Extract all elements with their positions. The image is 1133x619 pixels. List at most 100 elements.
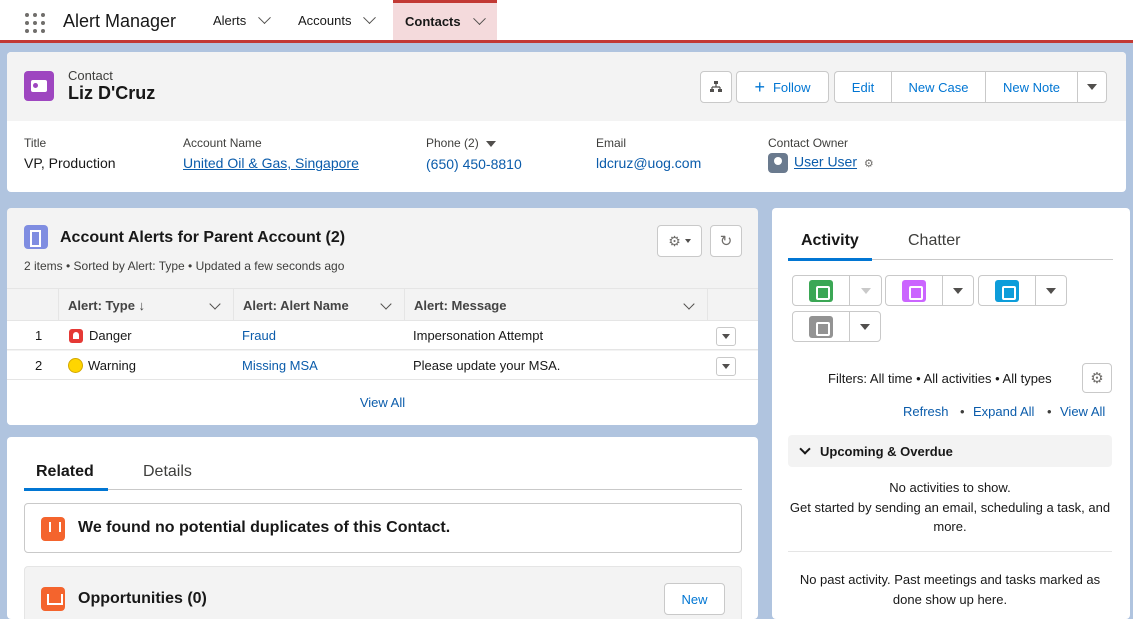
- field-label: Phone (2): [426, 136, 522, 150]
- opportunities-title[interactable]: Opportunities (0): [78, 590, 207, 608]
- chevron-down-icon[interactable]: [472, 12, 486, 26]
- list-settings-button[interactable]: ⚙: [657, 225, 702, 257]
- column-header-alert-name[interactable]: Alert: Alert Name: [234, 289, 405, 321]
- tab-divider: [24, 489, 742, 490]
- past-activity-message: No past activity. Past meetings and task…: [799, 572, 1101, 607]
- alert-name-link[interactable]: Fraud: [242, 321, 276, 350]
- separator: •: [960, 404, 965, 419]
- alert-message: Please update your MSA.: [413, 358, 561, 373]
- record-header: Contact Liz D'Cruz + Follow Edit New Cas…: [7, 52, 1126, 192]
- alert-type-cell: Warning: [68, 351, 136, 380]
- nav-tab-alerts[interactable]: Alerts: [201, 0, 281, 40]
- chevron-down-icon[interactable]: [209, 298, 221, 310]
- chevron-down-icon: [860, 323, 870, 330]
- refresh-link[interactable]: Refresh: [903, 404, 949, 419]
- new-note-button[interactable]: New Note: [985, 71, 1077, 103]
- chevron-down-icon[interactable]: [258, 10, 272, 24]
- tab-activity[interactable]: Activity: [801, 232, 859, 250]
- active-tab-indicator: [788, 258, 872, 261]
- row-number-header: [7, 289, 59, 321]
- tab-details[interactable]: Details: [143, 463, 192, 481]
- email-link[interactable]: ldcruz@uog.com: [596, 155, 701, 171]
- more-actions-button[interactable]: [1077, 71, 1107, 103]
- task-icon: [809, 279, 833, 302]
- phone-link[interactable]: (650) 450-8810: [426, 156, 522, 172]
- upcoming-title: Upcoming & Overdue: [820, 444, 953, 459]
- chevron-down-icon[interactable]: [380, 298, 392, 310]
- nav-tab-contacts[interactable]: Contacts: [393, 0, 497, 40]
- hierarchy-button[interactable]: [700, 71, 732, 103]
- column-header-type[interactable]: Alert: Type ↓: [59, 289, 234, 321]
- follow-label: Follow: [772, 79, 811, 95]
- change-owner-icon[interactable]: ⚙: [864, 158, 874, 170]
- new-task-action[interactable]: [792, 275, 882, 306]
- no-activities-hint: Get started by sending an email, schedul…: [789, 499, 1111, 535]
- chevron-down-icon: [1046, 287, 1056, 294]
- field-label: Contact Owner: [768, 136, 849, 150]
- owner-link[interactable]: User User: [794, 154, 857, 170]
- duplicates-text: We found no potential duplicates of this…: [78, 519, 451, 536]
- app-launcher-icon[interactable]: [25, 13, 45, 33]
- field-value: VP, Production: [24, 155, 116, 171]
- new-case-button[interactable]: New Case: [891, 71, 985, 103]
- global-nav-bar: Alert Manager Alerts Accounts Contacts: [0, 0, 1133, 43]
- expand-all-link[interactable]: Expand All: [973, 404, 1034, 419]
- record-action-group: Edit New Case New Note: [834, 71, 1107, 103]
- edit-button[interactable]: Edit: [834, 71, 891, 103]
- tab-related[interactable]: Related: [36, 463, 94, 481]
- view-all-link[interactable]: View All: [1060, 404, 1105, 419]
- plus-icon: +: [754, 76, 765, 97]
- table-row: 1 Danger Fraud Impersonation Attempt: [7, 321, 758, 350]
- follow-button[interactable]: + Follow: [736, 71, 829, 103]
- chevron-down-icon: [799, 443, 811, 455]
- account-link[interactable]: United Oil & Gas, Singapore: [183, 155, 359, 171]
- field-email: Email ldcruz@uog.com: [596, 136, 701, 171]
- email-main: [793, 312, 850, 341]
- field-phone: Phone (2) (650) 450-8810: [426, 136, 522, 172]
- chevron-down-icon[interactable]: [486, 141, 497, 147]
- chevron-down-icon[interactable]: [363, 10, 377, 24]
- phone-label: Phone (2): [426, 136, 479, 150]
- log-call-dropdown[interactable]: [1036, 276, 1066, 305]
- alert-message: Impersonation Attempt: [413, 328, 544, 343]
- new-event-action[interactable]: [885, 275, 974, 306]
- email-action[interactable]: [792, 311, 881, 342]
- alerts-subtitle: 2 items • Sorted by Alert: Type • Update…: [24, 259, 345, 273]
- field-label: Title: [24, 136, 47, 150]
- separator: •: [1047, 404, 1052, 419]
- log-call-action[interactable]: [978, 275, 1067, 306]
- activity-filters-text: Filters: All time • All activities • All…: [828, 371, 1052, 386]
- no-activities-text: No activities to show.: [889, 480, 1011, 495]
- row-actions-button[interactable]: [716, 357, 736, 376]
- nav-tab-accounts[interactable]: Accounts: [286, 0, 386, 40]
- field-label: Email: [596, 136, 627, 150]
- chevron-down-icon: [860, 287, 871, 294]
- nav-tab-label: Alerts: [213, 12, 247, 28]
- new-opportunity-button[interactable]: New: [664, 583, 725, 615]
- app-name: Alert Manager: [63, 11, 177, 31]
- gear-icon: ⚙: [1090, 370, 1104, 387]
- email-icon: [809, 315, 833, 338]
- gear-icon: ⚙: [668, 232, 681, 249]
- divider: [788, 551, 1112, 552]
- alert-name-link[interactable]: Missing MSA: [242, 351, 318, 380]
- tab-chatter[interactable]: Chatter: [908, 232, 960, 250]
- column-header-message[interactable]: Alert: Message: [405, 289, 708, 321]
- record-header-top: Contact Liz D'Cruz + Follow Edit New Cas…: [7, 52, 1126, 121]
- table-row: 2 Warning Missing MSA Please update your…: [7, 351, 758, 380]
- chevron-down-icon: [722, 364, 730, 369]
- new-task-dropdown[interactable]: [850, 276, 881, 305]
- related-card: Related Details We found no potential du…: [7, 437, 758, 619]
- view-all-link[interactable]: View All: [360, 395, 405, 410]
- refresh-button[interactable]: ↻: [710, 225, 742, 257]
- row-actions-button[interactable]: [716, 327, 736, 346]
- row-number: 2: [35, 358, 43, 373]
- column-label: Alert: Message: [414, 297, 507, 313]
- email-dropdown[interactable]: [850, 312, 880, 341]
- column-label: Alert: Alert Name: [243, 297, 349, 313]
- nav-tab-label: Accounts: [298, 12, 352, 28]
- new-event-dropdown[interactable]: [943, 276, 973, 305]
- upcoming-overdue-section[interactable]: Upcoming & Overdue: [788, 435, 1112, 467]
- activity-filter-button[interactable]: ⚙: [1082, 363, 1112, 393]
- chevron-down-icon[interactable]: [683, 298, 695, 310]
